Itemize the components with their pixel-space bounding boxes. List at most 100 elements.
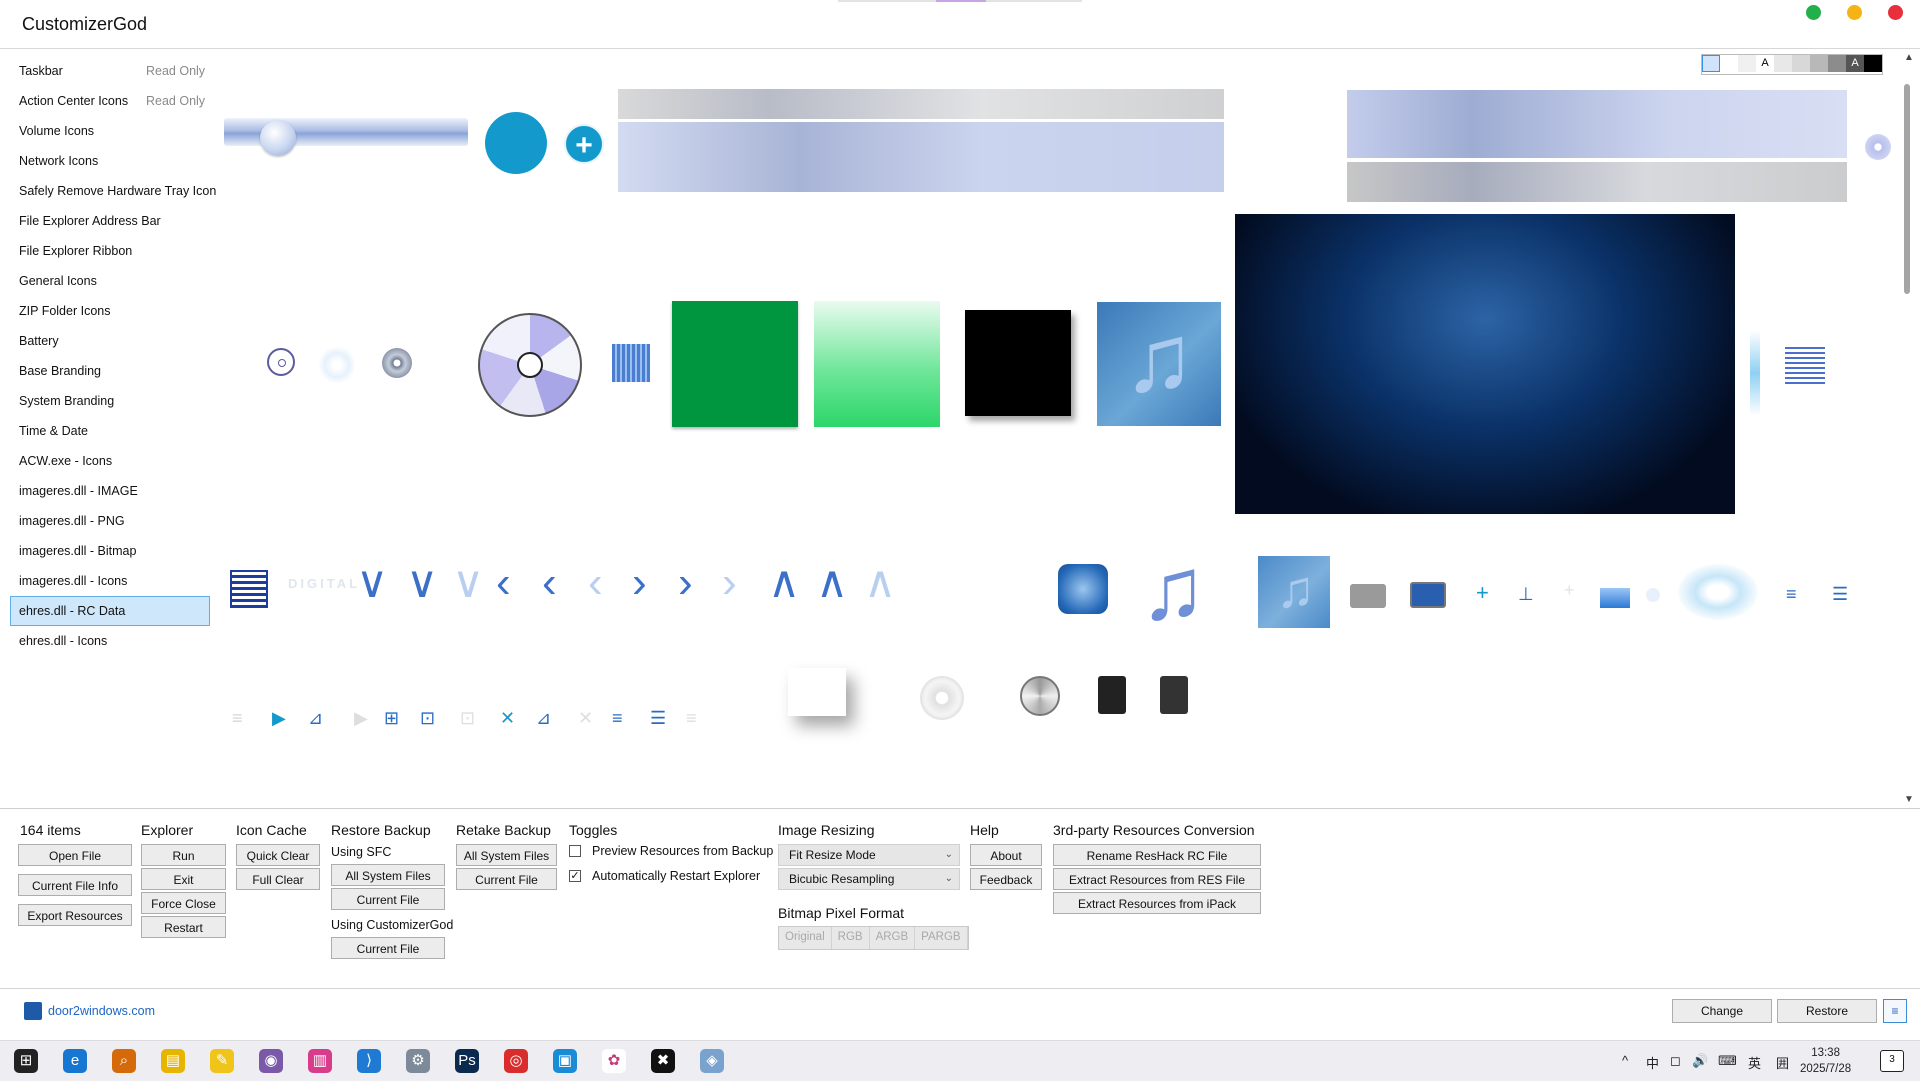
menu-icon[interactable]: ≡ — [1786, 584, 1797, 605]
clock[interactable]: 13:38 2025/7/28 — [1800, 1045, 1851, 1077]
chevron-icon[interactable]: ‹ — [588, 561, 603, 605]
colors-app-icon[interactable]: ▥ — [308, 1049, 332, 1073]
sidebar-item[interactable]: Volume Icons — [10, 116, 210, 146]
explorer-exit-button[interactable]: Exit — [141, 868, 226, 890]
shadow-card-resource[interactable] — [788, 668, 846, 716]
sd-card-icon[interactable] — [1160, 676, 1188, 714]
preview-from-backup-checkbox[interactable] — [569, 845, 581, 857]
sidebar-item[interactable]: imageres.dll - PNG — [10, 506, 210, 536]
quick-clear-button[interactable]: Quick Clear — [236, 844, 320, 866]
edit-icon[interactable]: ⊿ — [308, 708, 323, 729]
gradient-bar-resource[interactable] — [618, 122, 1224, 192]
extract-ipack-button[interactable]: Extract Resources from iPack — [1053, 892, 1261, 914]
dot-icon[interactable] — [1646, 588, 1660, 602]
current-file-info-button[interactable]: Current File Info — [18, 874, 132, 896]
export-resources-button[interactable]: Export Resources — [18, 904, 132, 926]
gradient-bar-resource[interactable] — [1347, 162, 1847, 202]
chevron-icon[interactable]: ‹ — [496, 561, 511, 605]
resize-mode-select[interactable]: Fit Resize Mode ⌄ — [778, 844, 960, 866]
blue-circle-resource[interactable] — [485, 112, 547, 174]
rename-reshack-button[interactable]: Rename ResHack RC File Resources — [1053, 844, 1261, 883]
bars-icon-resource[interactable] — [612, 344, 650, 382]
close-faint-icon[interactable]: ✕ — [578, 708, 593, 729]
chevron-icon[interactable]: ∨ — [452, 561, 484, 605]
sidebar-item[interactable]: File Explorer Ribbon — [10, 236, 210, 266]
sidebar-item[interactable]: imageres.dll - Icons — [10, 566, 210, 596]
bitmap-format-option[interactable]: Original — [779, 927, 832, 949]
photoshop-icon[interactable]: Ps — [455, 1049, 479, 1073]
sidebar-item[interactable]: imageres.dll - IMAGE — [10, 476, 210, 506]
glow-strip-resource[interactable] — [1750, 330, 1760, 416]
restore-all-system-files-button[interactable]: All System Files — [331, 864, 445, 886]
music-note-icon[interactable]: ♫ — [1140, 538, 1206, 640]
chevron-icon[interactable]: › — [632, 561, 647, 605]
sidebar-item[interactable]: Action Center Icons Read Only — [10, 86, 210, 116]
plus-circle-resource[interactable]: + — [564, 124, 604, 164]
minimize-dot-button[interactable] — [1847, 5, 1862, 20]
music-tile-small-resource[interactable]: ♫ — [1258, 556, 1330, 628]
chevron-icon[interactable]: ∧ — [864, 561, 896, 605]
play-faint-icon[interactable]: ▶ — [354, 708, 368, 729]
close-dot-button[interactable] — [1888, 5, 1903, 20]
bitmap-format-option[interactable]: ARGB — [870, 927, 916, 949]
music-tile-resource[interactable]: ♫ — [1097, 302, 1221, 426]
capcut-icon[interactable]: ✖ — [651, 1049, 675, 1073]
plus-icon[interactable]: + — [1476, 580, 1489, 606]
bitmap-format-option[interactable]: PARGB — [915, 927, 968, 949]
pin-blue-icon[interactable]: ✕ — [500, 708, 515, 729]
explorer-restart-button[interactable]: Restart — [141, 916, 226, 938]
camera-icon[interactable] — [1350, 584, 1386, 608]
sidebar-item[interactable]: Time & Date — [10, 416, 210, 446]
settings-icon[interactable]: ⚙ — [406, 1049, 430, 1073]
cd-gray-icon[interactable] — [922, 678, 962, 718]
bitmap-format-option[interactable]: RGB — [832, 927, 870, 949]
window-faint-icon[interactable]: ⊡ — [460, 708, 475, 729]
tray-icon[interactable]: ◻ — [1670, 1053, 1681, 1069]
cd-large-resource[interactable] — [478, 313, 582, 417]
slider-knob-resource[interactable] — [260, 120, 296, 156]
customizergod-icon[interactable]: ✿ — [602, 1049, 626, 1073]
menu-icon[interactable]: ≡ — [612, 708, 623, 729]
light-green-tile-resource[interactable] — [814, 301, 940, 427]
sidebar-item[interactable]: Safely Remove Hardware Tray Icon — [10, 176, 216, 206]
play-icon[interactable]: ▶ — [272, 708, 286, 729]
menu-faint-icon[interactable]: ≡ — [232, 708, 243, 729]
scroll-down-icon[interactable]: ▼ — [1904, 794, 1914, 805]
app-icon[interactable]: ◈ — [700, 1049, 724, 1073]
sidebar-item[interactable]: ehres.dll - Icons — [10, 626, 210, 656]
plus-faint-icon[interactable]: + — [1564, 580, 1575, 601]
lines-icon[interactable]: ☰ — [1832, 584, 1848, 605]
chevron-icon[interactable]: ∨ — [356, 561, 388, 605]
small-disc-resource[interactable] — [1865, 134, 1891, 160]
extract-res-file-button[interactable]: Extract Resources from RES File — [1053, 868, 1261, 890]
sidebar-item[interactable]: ACW.exe - Icons — [10, 446, 210, 476]
tray-icon[interactable]: 中 — [1646, 1053, 1659, 1072]
restore-current-file-button[interactable]: Current File — [331, 888, 445, 910]
edit-icon[interactable]: ⊥ — [1518, 584, 1534, 605]
snipping-icon[interactable]: ▣ — [553, 1049, 577, 1073]
gradient-bar-resource[interactable] — [1347, 90, 1847, 158]
grid-icon-resource[interactable] — [1785, 344, 1825, 384]
tray-icon[interactable]: 🔊 — [1692, 1053, 1708, 1069]
restore-button[interactable]: Restore — [1777, 999, 1877, 1023]
chevron-icon[interactable]: ‹ — [542, 561, 557, 605]
tray-icon[interactable]: 英 — [1748, 1053, 1761, 1072]
search-icon[interactable]: ⌕ — [112, 1049, 136, 1073]
preview-scrollbar[interactable]: ▲ ▼ — [1900, 52, 1919, 808]
maximize-dot-button[interactable] — [1806, 5, 1821, 20]
sidebar-item[interactable]: Battery — [10, 326, 210, 356]
chevron-icon[interactable]: › — [722, 561, 737, 605]
chevron-icon[interactable]: › — [678, 561, 693, 605]
cd-icon-resource[interactable] — [382, 348, 412, 378]
windows-start-icon[interactable]: ⊞ — [14, 1049, 38, 1073]
grid-dark-icon-resource[interactable] — [230, 570, 268, 608]
full-clear-button[interactable]: Full Clear — [236, 868, 320, 890]
sidebar-item[interactable]: ZIP Folder Icons — [10, 296, 210, 326]
black-tile-resource[interactable] — [965, 310, 1071, 416]
notification-icon[interactable]: 3 — [1880, 1050, 1904, 1072]
ring-icon-resource[interactable] — [267, 348, 295, 376]
about-button[interactable]: About — [970, 844, 1042, 866]
website-link[interactable]: door2windows.com — [48, 1004, 155, 1018]
auto-restart-explorer-checkbox[interactable]: ✓ — [569, 870, 581, 882]
sidebar-item[interactable]: General Icons — [10, 266, 210, 296]
